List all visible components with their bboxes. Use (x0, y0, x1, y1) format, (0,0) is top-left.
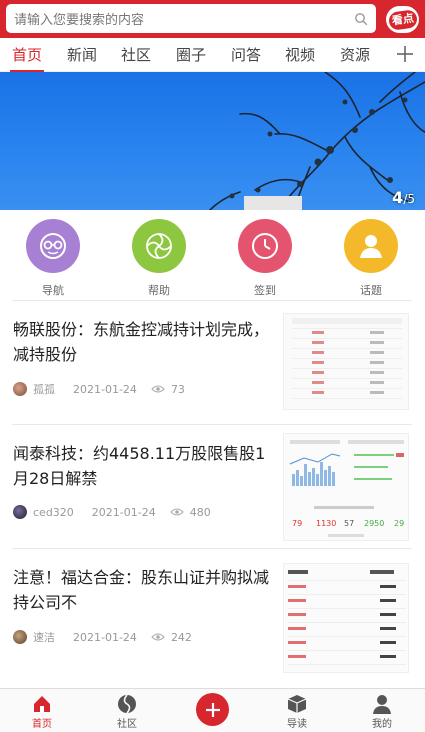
news-meta: 速洁 2021-01-24 242 (13, 629, 192, 645)
svg-text:2950: 2950 (364, 519, 384, 528)
news-author[interactable]: ced320 (33, 506, 74, 519)
add-channel-icon[interactable] (393, 42, 417, 66)
tab-resources[interactable]: 资源 (338, 38, 372, 72)
divider (12, 424, 412, 425)
glasses-face-icon (26, 219, 80, 273)
tab-home[interactable]: 首页 (10, 38, 44, 72)
bottom-nav-guide-label: 导读 (287, 719, 307, 730)
app: 请输入您要搜索的内容 看点 首页 新闻 社区 圈子 问答 视频 资源 4/5 导… (0, 0, 425, 732)
bottom-nav-guide[interactable]: 导读 (267, 691, 327, 730)
avatar[interactable] (13, 382, 27, 396)
search-input[interactable]: 请输入您要搜索的内容 (6, 4, 376, 33)
news-title[interactable]: 闻泰科技：约4458.11万股限售股1月28日解禁 (13, 441, 278, 491)
eye-icon (151, 633, 165, 641)
quick-nav-help-label: 帮助 (148, 284, 170, 297)
news-item[interactable]: 畅联股份：东航金控减持计划完成，减持股份 孤孤 2021-01-24 73 (0, 303, 425, 423)
news-date: 2021-01-24 (73, 382, 137, 396)
eye-icon (170, 508, 184, 516)
news-item[interactable]: 闻泰科技：约4458.11万股限售股1月28日解禁 ced320 2021-01… (0, 427, 425, 547)
quick-nav-checkin[interactable]: 签到 (225, 219, 305, 298)
eye-icon (151, 385, 165, 393)
news-views: 73 (170, 382, 185, 396)
svg-text:79: 79 (292, 519, 302, 528)
quick-nav-topics[interactable]: 话题 (331, 219, 411, 298)
home-icon (34, 696, 50, 712)
divider (12, 548, 412, 549)
clock-icon (238, 219, 292, 273)
tab-qa[interactable]: 问答 (229, 38, 263, 72)
news-item[interactable]: 注意！福达合金：股东山证并购拟减持公司不 速洁 2021-01-24 242 (0, 551, 425, 673)
news-views: 242 (170, 630, 192, 644)
box-icon (287, 695, 307, 713)
quick-nav: 导航 帮助 签到 话题 (0, 210, 425, 300)
bottom-nav-community-label: 社区 (117, 719, 137, 730)
channel-tabs: 首页 新闻 社区 圈子 问答 视频 资源 (0, 38, 425, 72)
news-date: 2021-01-24 (91, 505, 156, 519)
quick-nav-guide-label: 导航 (42, 284, 64, 297)
brand-logo[interactable]: 看点 (386, 6, 419, 33)
quick-nav-checkin-label: 签到 (254, 284, 276, 297)
header-bar: 请输入您要搜索的内容 看点 (0, 0, 425, 38)
tab-community[interactable]: 社区 (119, 38, 153, 72)
avatar[interactable] (13, 630, 27, 644)
plus-icon (205, 702, 220, 717)
banner-current-page: 4 (392, 188, 404, 207)
swirl-icon (132, 219, 186, 273)
tab-circles[interactable]: 圈子 (174, 38, 208, 72)
brand-logo-text: 看点 (387, 8, 418, 31)
user-icon (344, 219, 398, 273)
tab-news[interactable]: 新闻 (65, 38, 99, 72)
quick-nav-help[interactable]: 帮助 (119, 219, 199, 298)
news-meta: ced320 2021-01-24 480 (13, 505, 211, 519)
svg-text:29: 29 (394, 519, 404, 528)
bottom-nav-profile-label: 我的 (372, 719, 392, 730)
add-post-button[interactable] (196, 693, 229, 726)
news-thumbnail[interactable]: 79 1130 57 2950 29 (283, 433, 409, 541)
person-icon (373, 695, 391, 714)
bottom-nav-home[interactable]: 首页 (12, 691, 72, 730)
banner-carousel[interactable]: 4/5 (0, 72, 425, 210)
tab-video[interactable]: 视频 (283, 38, 317, 72)
news-author[interactable]: 速洁 (33, 629, 55, 645)
bottom-nav-profile[interactable]: 我的 (352, 691, 412, 730)
divider (12, 300, 412, 301)
bottom-nav-community[interactable]: 社区 (97, 691, 157, 730)
news-author[interactable]: 孤孤 (33, 381, 55, 397)
news-meta: 孤孤 2021-01-24 73 (13, 381, 185, 397)
news-thumbnail[interactable] (283, 313, 409, 410)
news-views: 480 (189, 505, 211, 519)
news-title[interactable]: 畅联股份：东航金控减持计划完成，减持股份 (13, 317, 278, 367)
svg-text:57: 57 (344, 519, 354, 528)
search-placeholder: 请输入您要搜索的内容 (14, 13, 145, 28)
quick-nav-guide[interactable]: 导航 (13, 219, 93, 298)
banner-page-indicator: 4/5 (392, 188, 415, 207)
banner-total-pages: 5 (407, 192, 415, 206)
news-date: 2021-01-24 (73, 630, 137, 644)
bottom-nav: 首页 社区 导读 我的 (0, 688, 425, 732)
quick-nav-topics-label: 话题 (360, 284, 382, 297)
svg-text:1130: 1130 (316, 519, 336, 528)
avatar[interactable] (13, 505, 27, 519)
tree-branches-image (209, 72, 425, 210)
community-icon (118, 694, 136, 714)
bottom-nav-home-label: 首页 (32, 719, 52, 730)
news-title[interactable]: 注意！福达合金：股东山证并购拟减持公司不 (13, 565, 278, 615)
news-thumbnail[interactable] (283, 563, 409, 673)
search-icon[interactable] (354, 12, 368, 26)
